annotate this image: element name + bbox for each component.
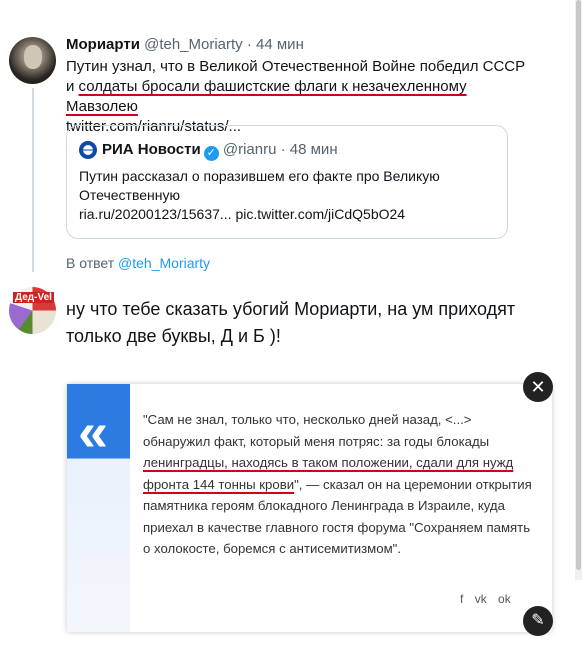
- card-text: "Сам не знал, только что, несколько дней…: [143, 409, 539, 560]
- card-text-before: "Сам не знал, только что, несколько дней…: [143, 412, 490, 449]
- ria-logo-icon: [79, 141, 97, 159]
- reply-avatar[interactable]: Дед-Vel: [9, 287, 56, 334]
- reply-to-prefix: В ответ: [66, 255, 115, 271]
- avatar-tag: Дед-Vel: [13, 292, 54, 303]
- facebook-icon[interactable]: f: [460, 592, 463, 606]
- odnoklassniki-icon[interactable]: ok: [498, 592, 511, 606]
- thread-line: [32, 88, 34, 272]
- verified-icon: ✓: [203, 146, 219, 161]
- edit-button[interactable]: ✎: [523, 606, 553, 636]
- author-handle[interactable]: @teh_Moriarty: [144, 36, 243, 53]
- quoted-author-name[interactable]: РИА Новости: [102, 141, 201, 158]
- tweet-header: Мориарти @teh_Moriarty · 44 мин: [66, 36, 304, 53]
- vk-icon[interactable]: vk: [475, 592, 487, 606]
- avatar[interactable]: [9, 37, 56, 84]
- reply-text: ну что тебе сказать убогий Мориарти, на …: [66, 299, 516, 346]
- quoted-tweet-header: РИА Новости ✓ @rianru · 48 мин: [102, 141, 338, 161]
- tweet-time[interactable]: · 44 мин: [247, 36, 304, 53]
- reply-to-handle[interactable]: @teh_Moriarty: [118, 255, 210, 271]
- close-button[interactable]: ✕: [523, 372, 553, 402]
- quoted-text: Путин рассказал о поразившем его факте п…: [79, 168, 440, 203]
- tweet-text-underlined: солдаты бросали фашистские флаги к незач…: [66, 78, 467, 115]
- card-accent: [67, 384, 130, 632]
- quote-marks-icon: «: [78, 402, 108, 462]
- quoted-author-handle[interactable]: @rianru: [223, 141, 277, 158]
- scrollbar[interactable]: [575, 0, 582, 580]
- quoted-links[interactable]: ria.ru/20200123/15637... pic.twitter.com…: [79, 206, 405, 222]
- author-name[interactable]: Мориарти: [66, 36, 140, 53]
- quoted-tweet-text: Путин рассказал о поразившем его факте п…: [79, 167, 489, 224]
- share-icons: f vk ok: [460, 592, 519, 606]
- quoted-tweet-time: · 48 мин: [280, 141, 338, 158]
- reply-to: В ответ @teh_Moriarty: [66, 255, 210, 271]
